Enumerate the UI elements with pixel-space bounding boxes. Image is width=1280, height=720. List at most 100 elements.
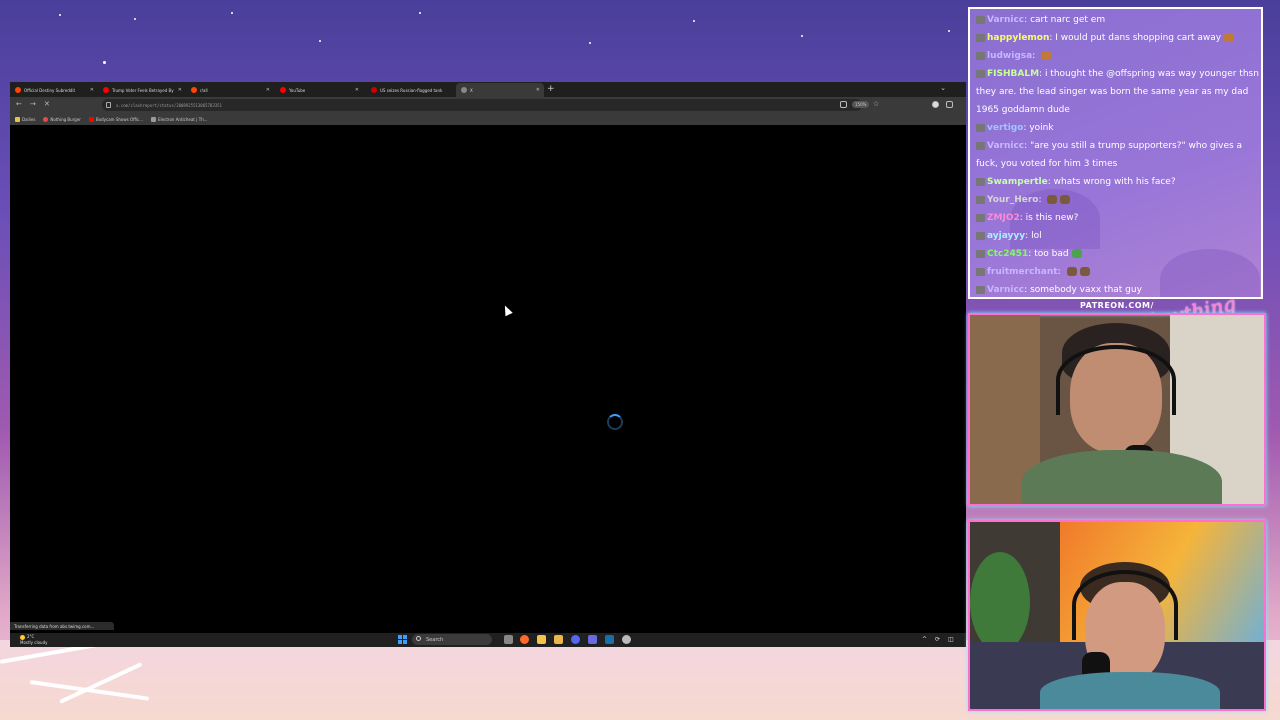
tab-youtube[interactable]: YouTube ✕ — [275, 83, 363, 97]
bookmark-nothing-burger[interactable]: Nothing Burger — [43, 116, 81, 122]
burger-icon — [43, 116, 49, 122]
site-info-icon[interactable] — [106, 102, 111, 108]
menu-icon[interactable] — [946, 101, 953, 108]
chat-username[interactable]: Varnicc — [987, 141, 1024, 151]
close-icon[interactable]: ✕ — [355, 87, 359, 93]
file-explorer-icon[interactable] — [537, 635, 546, 644]
chat-messages: Varnicc: cart narc get em happylemon: I w… — [976, 11, 1260, 297]
new-tab-button[interactable]: + — [547, 84, 555, 94]
status-bar: Transferring data from abs.twimg.com... — [10, 622, 114, 630]
settings-icon[interactable] — [622, 635, 631, 644]
tray-network-icon[interactable]: ◫ — [948, 636, 954, 643]
weather-widget[interactable]: 2°C Mostly cloudy — [20, 634, 48, 645]
taskbar: 2°C Mostly cloudy Search ^ ⟳ ◫ — [10, 633, 966, 647]
emote-icon — [1079, 267, 1090, 276]
headset — [1056, 345, 1176, 415]
tab-us-seizes[interactable]: US seizes Russian-flagged tank — [366, 83, 454, 97]
background-star — [948, 30, 950, 32]
chat-text: lol — [1031, 231, 1042, 241]
chat-username[interactable]: fruitmerchant — [987, 267, 1058, 277]
zoom-badge[interactable]: 150% — [852, 101, 870, 108]
stream-chat: Varnicc: cart narc get em happylemon: I w… — [968, 7, 1263, 299]
task-view-icon[interactable] — [504, 635, 513, 644]
chat-message: FISHBALM: i thought the @offspring was w… — [976, 65, 1260, 119]
page-icon — [151, 116, 157, 122]
emote-icon — [1041, 51, 1052, 60]
tray-app-icon[interactable]: ⟳ — [935, 636, 940, 643]
tab-label: r/all — [200, 87, 208, 93]
chat-separator: : — [1038, 195, 1045, 205]
chat-username[interactable]: Ctc2451 — [987, 249, 1028, 259]
chat-message: Ctc2451: too bad — [976, 245, 1260, 263]
chat-badge-icon — [976, 249, 985, 258]
chat-message: happylemon: I would put dans shopping ca… — [976, 29, 1260, 47]
folder-app-icon[interactable] — [554, 635, 563, 644]
chat-message: ludwigsa: — [976, 47, 1260, 65]
close-icon[interactable]: ✕ — [178, 87, 182, 93]
bookmark-electron-anticheat[interactable]: Electron Anticheat | Th... — [151, 116, 208, 122]
plant-background — [970, 552, 1030, 652]
close-icon[interactable]: ✕ — [90, 87, 94, 93]
chat-text: somebody vaxx that guy — [1030, 285, 1142, 295]
chat-username[interactable]: Swampertle — [987, 177, 1048, 187]
person-shirt — [1022, 450, 1222, 504]
tab-trump-voter[interactable]: Trump Voter Feels Betrayed By ✕ — [98, 83, 186, 97]
chat-username[interactable]: Your_Hero — [987, 195, 1038, 205]
tab-label: X — [470, 87, 473, 93]
bookmark-label: Electron Anticheat | Th... — [158, 116, 208, 122]
chat-username[interactable]: happylemon — [987, 33, 1049, 43]
tab-r-all[interactable]: r/all ✕ — [186, 83, 274, 97]
close-icon[interactable]: ✕ — [536, 87, 540, 93]
close-icon[interactable]: ✕ — [266, 87, 270, 93]
chat-username[interactable]: ZMJO2 — [987, 213, 1020, 223]
weather-temp: 2°C — [27, 634, 35, 639]
address-bar[interactable]: x.com/clashreport/status/200892551306578… — [102, 99, 862, 111]
stop-loading-icon[interactable]: ✕ — [44, 100, 50, 108]
tab-search-chevron-icon[interactable]: ⌄ — [940, 84, 946, 92]
tab-label: Trump Voter Feels Betrayed By — [112, 87, 174, 93]
discord-icon[interactable] — [571, 635, 580, 644]
chat-username[interactable]: ayjayyy — [987, 231, 1025, 241]
chat-username[interactable]: FISHBALM — [987, 69, 1039, 79]
chat-badge-icon — [976, 195, 985, 204]
bookmark-dailies[interactable]: Dailies — [15, 116, 35, 122]
chat-separator: : — [1057, 267, 1064, 277]
reddit-icon — [15, 87, 21, 93]
windows-start-icon[interactable] — [398, 635, 407, 644]
toolbar: ← → ✕ x.com/clashreport/status/200892551… — [10, 97, 966, 113]
chat-username[interactable]: vertigo — [987, 123, 1023, 133]
steam-icon[interactable] — [605, 635, 614, 644]
bookmark-star-icon[interactable]: ☆ — [873, 100, 879, 108]
chat-message: ZMJO2: is this new? — [976, 209, 1260, 227]
app-icon[interactable] — [588, 635, 597, 644]
emote-icon — [1224, 33, 1235, 42]
tab-destiny-subreddit[interactable]: Official Destiny Subreddit ✕ — [10, 83, 98, 97]
background-star — [134, 18, 136, 20]
tray-chevron-icon[interactable]: ^ — [922, 636, 927, 643]
chat-username[interactable]: Varnicc — [987, 15, 1024, 25]
chat-badge-icon — [976, 33, 985, 42]
page-action-icon[interactable] — [840, 101, 847, 108]
chat-text: cart narc get em — [1030, 15, 1106, 25]
back-icon[interactable]: ← — [16, 100, 22, 108]
news-icon — [371, 87, 377, 93]
tab-label: US seizes Russian-flagged tank — [380, 87, 443, 93]
chat-username[interactable]: ludwigsa — [987, 51, 1032, 61]
extension-icon[interactable] — [932, 101, 939, 108]
person-shirt — [1040, 672, 1220, 709]
patreon-label: PATREON.COM/ — [1080, 301, 1154, 310]
forward-icon[interactable]: → — [30, 100, 36, 108]
bookmark-label: Nothing Burger — [50, 116, 81, 122]
background-star — [103, 61, 106, 64]
search-label: Search — [426, 636, 444, 643]
chat-username[interactable]: Varnicc — [987, 285, 1024, 295]
bookmark-bodycam[interactable]: Bodycam Shows Offic... — [88, 116, 143, 122]
browser-app-icon[interactable] — [520, 635, 529, 644]
taskbar-search[interactable]: Search — [412, 634, 492, 645]
url-text[interactable]: x.com/clashreport/status/200892551306578… — [116, 103, 222, 108]
chat-text: I would put dans shopping cart away — [1055, 33, 1222, 43]
tab-x[interactable]: X ✕ — [456, 83, 544, 97]
background-star — [231, 12, 233, 14]
search-icon — [416, 636, 421, 641]
tab-label: Official Destiny Subreddit — [24, 87, 76, 93]
